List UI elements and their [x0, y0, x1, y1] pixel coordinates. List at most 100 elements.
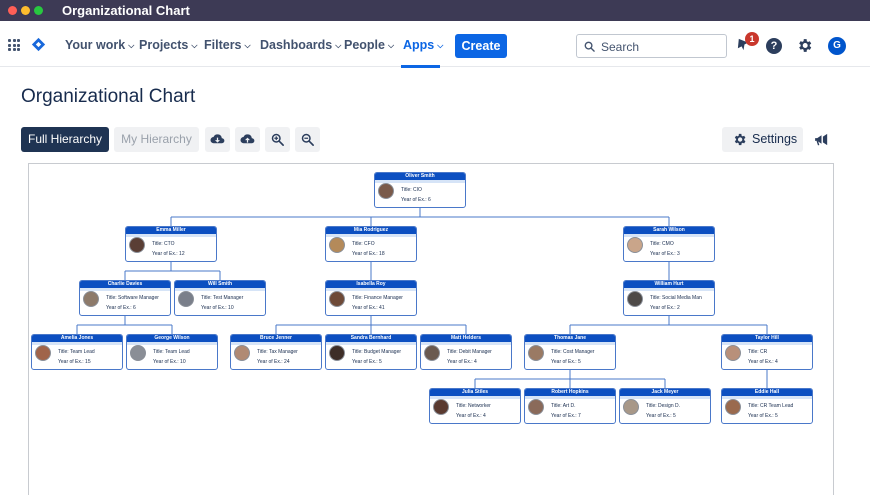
nav-filters[interactable]: Filters ⌵ — [204, 38, 251, 52]
node-years: Year of Ex.: 18 — [352, 251, 385, 257]
search-input[interactable]: Search — [576, 34, 727, 58]
org-node-george-wilson[interactable]: George Wilson Title: Team Lead Year of Ex.… — [126, 334, 218, 370]
org-node-mia-rodriguez[interactable]: Mia Rodriguez Title: CFO Year of Ex.: 18 — [325, 226, 417, 262]
node-years: Year of Ex.: 12 — [152, 251, 185, 257]
chevron-down-icon: ⌵ — [244, 41, 251, 50]
nav-dashboards[interactable]: Dashboards ⌵ — [260, 38, 341, 52]
node-title: Title: CR — [748, 349, 768, 355]
nav-apps[interactable]: Apps ⌵ — [403, 38, 443, 52]
profile-photo — [83, 291, 99, 307]
org-node-robert-hopkins[interactable]: Robert Hopkins Title: Art D. Year of Ex.: … — [524, 388, 616, 424]
node-name: Eddie Hall — [722, 389, 812, 396]
chevron-down-icon: ⌵ — [335, 41, 342, 50]
org-node-eddie-hall[interactable]: Eddie Hall Title: CR Team Lead Year of Ex.… — [721, 388, 813, 424]
node-years: Year of Ex.: 5 — [646, 413, 676, 419]
org-node-jack-meyer[interactable]: Jack Meyer Title: Design D. Year of Ex.: 5 — [619, 388, 711, 424]
node-name: Amelia Jones — [32, 335, 122, 342]
org-node-matt-helders[interactable]: Matt Helders Title: Debit Manager Year of … — [420, 334, 512, 370]
download-icon — [210, 134, 225, 144]
profile-photo — [329, 291, 345, 307]
maximize-window-button[interactable] — [34, 6, 43, 15]
active-nav-indicator — [401, 65, 440, 68]
create-button[interactable]: Create — [455, 34, 507, 58]
profile-photo — [623, 399, 639, 415]
org-node-oliver-smith[interactable]: Oliver Smith Title: CIO Year of Ex.: 6 — [374, 172, 466, 208]
megaphone-icon[interactable] — [813, 131, 830, 148]
org-node-taylor-hill[interactable]: Taylor Hill Title: CR Year of Ex.: 4 — [721, 334, 813, 370]
profile-photo — [528, 345, 544, 361]
org-node-isabella-roy[interactable]: Isabella Roy Title: Finance Manager Year o… — [325, 280, 417, 316]
profile-photo — [424, 345, 440, 361]
node-name: Sarah Wilson — [624, 227, 714, 234]
download-button[interactable] — [205, 127, 230, 152]
profile-photo — [130, 345, 146, 361]
node-title: Title: Debit Manager — [447, 349, 492, 355]
org-node-sarah-wilson[interactable]: Sarah Wilson Title: CMO Year of Ex.: 3 — [623, 226, 715, 262]
full-hierarchy-button[interactable]: Full Hierarchy — [21, 127, 109, 152]
node-title: Title: Tax Manager — [257, 349, 298, 355]
my-hierarchy-button[interactable]: My Hierarchy — [114, 127, 199, 152]
node-title: Title: Budget Manager — [352, 349, 402, 355]
node-name: Isabella Roy — [326, 281, 416, 288]
org-node-sandra-bernhard[interactable]: Sandra Bernhard Title: Budget Manager Year… — [325, 334, 417, 370]
gear-icon — [734, 133, 746, 146]
settings-button[interactable]: Settings — [722, 127, 803, 152]
node-years: Year of Ex.: 10 — [153, 359, 186, 365]
org-node-julia-stiles[interactable]: Julia Stiles Title: Networker Year of Ex.:… — [429, 388, 521, 424]
org-node-bruce-jenner[interactable]: Bruce Jenner Title: Tax Manager Year of Ex… — [230, 334, 322, 370]
profile-photo — [433, 399, 449, 415]
org-node-charlie-davies[interactable]: Charlie Davies Title: Software Manager Yea… — [79, 280, 171, 316]
nav-your-work[interactable]: Your work ⌵ — [65, 38, 134, 52]
page-title: Organizational Chart — [21, 86, 196, 107]
org-node-william-hurt[interactable]: William Hurt Title: Social Media Man Year … — [623, 280, 715, 316]
node-name: Charlie Davies — [80, 281, 170, 288]
close-window-button[interactable] — [8, 6, 17, 15]
node-name: Matt Helders — [421, 335, 511, 342]
profile-photo — [129, 237, 145, 253]
nav-projects[interactable]: Projects ⌵ — [139, 38, 197, 52]
org-node-will-smith[interactable]: Will Smith Title: Test Manager Year of Ex.… — [174, 280, 266, 316]
node-title: Title: Team Lead — [153, 349, 190, 355]
org-node-thomas-jane[interactable]: Thomas Jane Title: Cost Manager Year of Ex… — [524, 334, 616, 370]
minimize-window-button[interactable] — [21, 6, 30, 15]
node-name: Jack Meyer — [620, 389, 710, 396]
profile-photo — [329, 237, 345, 253]
node-name: Oliver Smith — [375, 173, 465, 180]
node-years: Year of Ex.: 5 — [352, 359, 382, 365]
settings-icon[interactable] — [796, 37, 813, 54]
connector-lines — [76, 208, 768, 388]
node-title: Title: CFO — [352, 241, 375, 247]
node-name: Bruce Jenner — [231, 335, 321, 342]
node-years: Year of Ex.: 5 — [551, 359, 581, 365]
org-chart-canvas[interactable]: Oliver Smith Title: CIO Year of Ex.: 6 Emma… — [28, 163, 834, 495]
avatar[interactable]: G — [828, 37, 846, 55]
node-title: Title: Test Manager — [201, 295, 244, 301]
window-title: Organizational Chart — [62, 3, 190, 18]
node-title: Title: Cost Manager — [551, 349, 595, 355]
node-years: Year of Ex.: 10 — [201, 305, 234, 311]
zoom-out-button[interactable] — [295, 127, 320, 152]
node-years: Year of Ex.: 4 — [748, 359, 778, 365]
org-node-amelia-jones[interactable]: Amelia Jones Title: Team Lead Year of Ex.:… — [31, 334, 123, 370]
chevron-down-icon: ⌵ — [191, 41, 198, 50]
node-years: Year of Ex.: 41 — [352, 305, 385, 311]
node-title: Title: CMO — [650, 241, 674, 247]
jira-logo-icon[interactable] — [31, 37, 46, 52]
node-name: Sandra Bernhard — [326, 335, 416, 342]
app-switcher-icon[interactable] — [8, 39, 20, 51]
help-icon[interactable]: ? — [766, 38, 782, 54]
node-title: Title: Finance Manager — [352, 295, 403, 301]
zoom-in-icon — [271, 133, 284, 146]
node-years: Year of Ex.: 2 — [650, 305, 680, 311]
profile-photo — [725, 345, 741, 361]
nav-people[interactable]: People ⌵ — [344, 38, 394, 52]
settings-label: Settings — [752, 132, 798, 146]
org-node-emma-miller[interactable]: Emma Miller Title: CTO Year of Ex.: 12 — [125, 226, 217, 262]
node-title: Title: Art D. — [551, 403, 576, 409]
nav-apps-label: Apps — [403, 38, 435, 52]
node-title: Title: Software Manager — [106, 295, 159, 301]
node-years: Year of Ex.: 4 — [447, 359, 477, 365]
upload-button[interactable] — [235, 127, 260, 152]
node-name: Will Smith — [175, 281, 265, 288]
zoom-in-button[interactable] — [265, 127, 290, 152]
